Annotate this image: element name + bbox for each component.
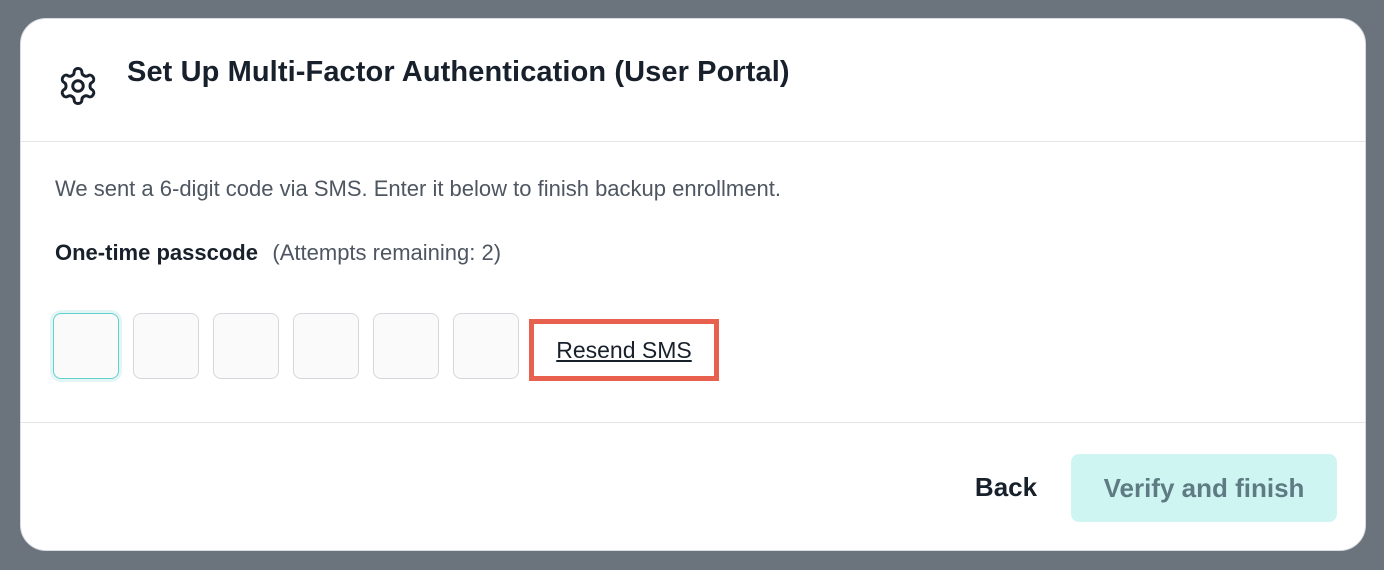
instructions-text: We sent a 6-digit code via SMS. Enter it… (55, 176, 781, 201)
gear-icon (60, 67, 96, 105)
otp-digit-1[interactable] (53, 313, 119, 379)
mfa-setup-dialog: Set Up Multi-Factor Authentication (User… (20, 18, 1366, 551)
otp-digit-4[interactable] (293, 313, 359, 379)
otp-digit-3[interactable] (213, 313, 279, 379)
verify-and-finish-button[interactable]: Verify and finish (1071, 454, 1337, 522)
dialog-title: Set Up Multi-Factor Authentication (User… (127, 56, 790, 88)
otp-digit-5[interactable] (373, 313, 439, 379)
dialog-footer: Back Verify and finish (21, 423, 1365, 550)
dialog-header: Set Up Multi-Factor Authentication (User… (21, 19, 1365, 142)
otp-digit-6[interactable] (453, 313, 519, 379)
otp-label: One-time passcode (55, 240, 258, 265)
dialog-body: We sent a 6-digit code via SMS. Enter it… (21, 142, 1365, 423)
resend-sms-link[interactable]: Resend SMS (556, 337, 692, 364)
back-button[interactable]: Back (951, 453, 1061, 521)
otp-digit-2[interactable] (133, 313, 199, 379)
otp-label-row: One-time passcode (Attempts remaining: 2… (55, 240, 501, 266)
resend-highlight: Resend SMS (529, 319, 719, 381)
attempts-remaining: (Attempts remaining: 2) (272, 240, 502, 265)
